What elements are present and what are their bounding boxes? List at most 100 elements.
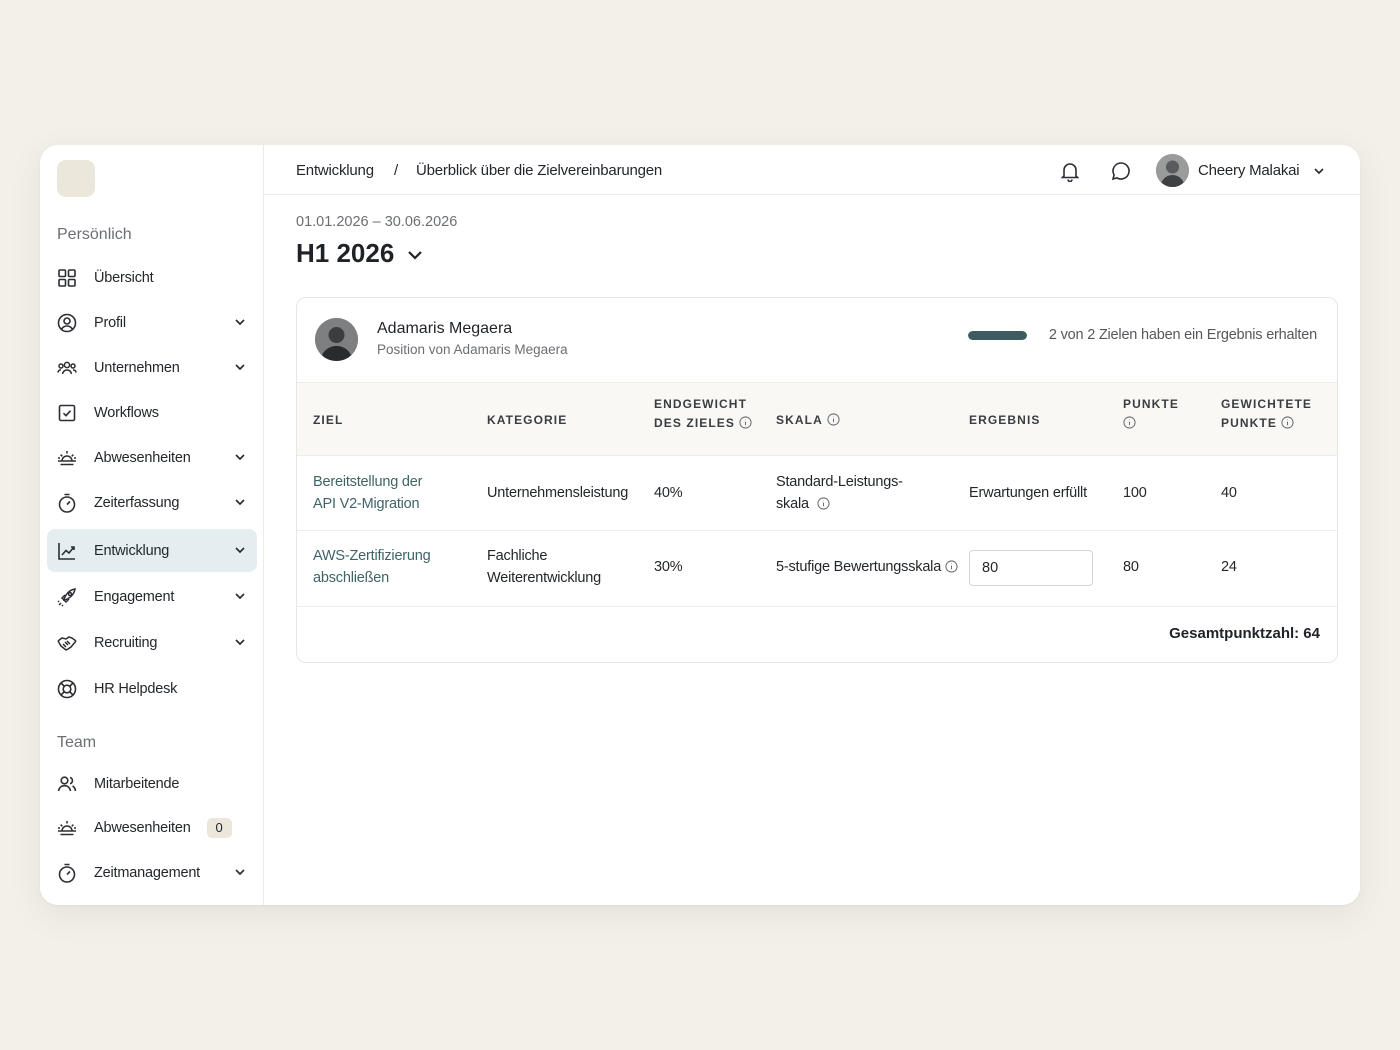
goal-link[interactable]: Bereitstellung der API V2-Migration [313,471,422,515]
table-row: AWS-Zertifizierung abschließen Fachliche… [297,531,1337,607]
category-cell: Fachliche Weiterentwicklung [487,545,601,589]
sidebar-item-team-absences[interactable]: Abwesenheiten 0 [47,806,257,849]
sidebar-item-engagement[interactable]: Engagement [47,575,257,618]
period-title: H1 2026 [296,238,395,268]
sidebar-section-team: Team [57,734,97,751]
info-icon[interactable] [1281,416,1294,429]
sidebar-item-label: Zeitmanagement [94,864,201,881]
column-header-weighted-line2: PUNKTE [1221,416,1277,430]
sidebar-item-label: Engagement [94,588,175,605]
sidebar: Persönlich Übersicht Profil Unternehmen … [40,145,264,905]
sidebar-item-label: HR Helpdesk [94,680,178,697]
chevron-down-icon [235,364,245,371]
chevron-down-icon[interactable] [1312,164,1326,178]
checkbox-icon [58,404,76,421]
sidebar-item-time-tracking[interactable]: Zeiterfassung [47,481,257,524]
goals-card: Adamaris Megaera Position von Adamaris M… [296,297,1338,663]
bell-icon[interactable] [1059,160,1081,182]
scale-line1: Standard-Leistungs- [776,474,903,490]
sunrise-icon [58,820,76,835]
sidebar-item-label: Übersicht [94,269,154,286]
column-header-weighted-points: GEWICHTETE PUNKTE [1221,395,1312,433]
sunrise-icon [58,450,76,465]
total-score: Gesamtpunktzahl: 64 [1169,625,1320,642]
scale-cell: Standard-Leistungs- skala [776,471,903,515]
user-name[interactable]: Cheery Malakai [1198,162,1300,179]
goal-link-line1: AWS-Zertifizierung [313,548,431,564]
category-line2: Weiterentwicklung [487,570,601,586]
points-cell: 100 [1123,485,1147,501]
column-header-category: KATEGORIE [487,413,568,427]
period-selector[interactable]: H1 2026 [296,238,425,269]
chevron-down-icon [235,593,245,600]
column-header-scale-label: SKALA [776,413,823,427]
sidebar-item-overview[interactable]: Übersicht [47,256,257,299]
goal-link-line2: abschließen [313,570,389,586]
column-header-weight-line2: DES ZIELES [654,416,736,430]
sidebar-item-absences[interactable]: Abwesenheiten [47,436,257,479]
users-group-icon [57,361,77,374]
category-cell: Unternehmensleistung [487,485,629,501]
weight-cell: 40% [654,485,683,501]
sidebar-item-label: Abwesenheiten [94,819,191,836]
goal-link-line2: API V2-Migration [313,496,420,512]
goals-progress-bar [968,331,1027,340]
breadcrumb-separator: / [394,162,398,179]
sidebar-item-time-management[interactable]: Zeitmanagement [47,851,257,894]
sidebar-item-company[interactable]: Unternehmen [47,346,257,389]
column-header-scale: SKALA [776,411,840,430]
breadcrumb-current: Überblick über die Zielvereinbarungen [416,162,663,179]
sidebar-item-recruiting[interactable]: Recruiting [47,621,257,664]
sidebar-item-label: Entwicklung [94,542,170,559]
sidebar-item-workflows[interactable]: Workflows [47,391,257,434]
goals-progress-fill [968,331,1027,340]
chevron-down-icon [408,250,423,260]
sidebar-item-development[interactable]: Entwicklung [47,529,257,572]
sidebar-section-personal: Persönlich [57,226,132,243]
category-line1: Fachliche [487,548,548,564]
users-icon [57,775,77,791]
info-icon[interactable] [817,497,830,510]
sidebar-item-label: Recruiting [94,634,158,651]
chart-line-icon [58,542,75,560]
sidebar-item-label: Abwesenheiten [94,449,191,466]
points-cell: 80 [1123,559,1139,575]
result-input[interactable] [969,550,1093,586]
sidebar-item-label: Zeiterfassung [94,494,180,511]
employee-avatar [315,318,358,361]
company-logo[interactable] [57,160,95,197]
weighted-points-cell: 24 [1221,559,1237,575]
column-header-weighted-line1: GEWICHTETE [1221,397,1312,411]
scale-label: 5-stufige Bewertungsskala [776,559,942,575]
user-circle-icon [57,313,77,332]
info-icon[interactable] [739,416,752,429]
info-icon[interactable] [1123,416,1136,429]
chat-bubble-icon[interactable] [1110,160,1132,182]
column-header-points: PUNKTE [1123,395,1179,433]
info-icon[interactable] [827,413,840,426]
weight-cell: 30% [654,559,683,575]
sidebar-item-label: Unternehmen [94,359,180,376]
goals-progress-text: 2 von 2 Zielen haben ein Ergebnis erhalt… [1048,327,1317,343]
handshake-icon [57,635,77,651]
goal-link[interactable]: AWS-Zertifizierung abschließen [313,545,431,589]
sidebar-item-label: Mitarbeitende [94,775,180,792]
column-header-points-label: PUNKTE [1123,397,1179,411]
sidebar-item-profile[interactable]: Profil [47,301,257,344]
chevron-down-icon [235,547,245,554]
sidebar-item-employees[interactable]: Mitarbeitende [47,762,257,805]
info-icon[interactable] [945,560,958,573]
column-header-result: ERGEBNIS [969,413,1041,427]
chevron-down-icon [235,319,245,326]
goal-link-line1: Bereitstellung der [313,474,423,490]
user-avatar[interactable] [1156,154,1189,187]
sidebar-item-label: Profil [94,314,126,331]
sidebar-item-hr-helpdesk[interactable]: HR Helpdesk [47,667,257,710]
chevron-down-icon [235,454,245,461]
breadcrumb-development[interactable]: Entwicklung [296,162,374,179]
weighted-points-cell: 40 [1221,485,1237,501]
sidebar-item-label: Workflows [94,404,159,421]
rocket-icon [57,587,76,607]
column-header-weight-line1: ENDGEWICHT [654,397,747,411]
employee-position: Position von Adamaris Megaera [377,342,568,357]
